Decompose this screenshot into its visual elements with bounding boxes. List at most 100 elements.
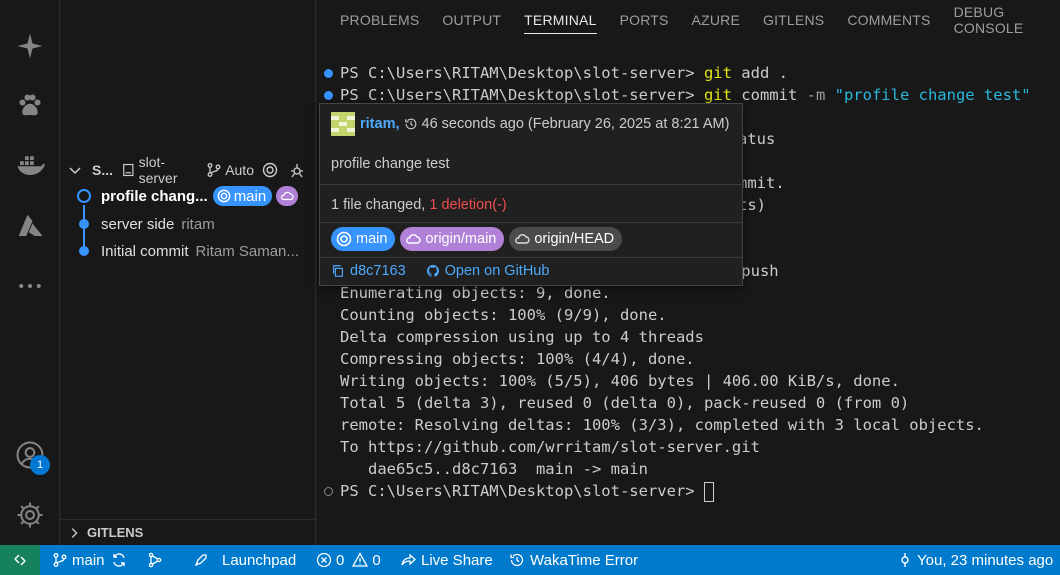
target-icon — [336, 231, 352, 247]
target-icon — [217, 189, 231, 203]
live-share-icon — [401, 553, 416, 566]
cloud-icon — [406, 234, 422, 244]
error-icon — [316, 552, 332, 568]
ref-tag-origin-main[interactable]: origin/main — [400, 227, 505, 251]
tab-output[interactable]: OUTPUT — [442, 0, 501, 40]
branch-pill-label: main — [233, 187, 267, 205]
terminal-line: dae65c5..d8c7163 main -> main — [340, 460, 648, 478]
commit-graph-header: S... slot-server Auto — [61, 154, 316, 186]
remote-icon — [14, 554, 26, 566]
commit-node — [79, 219, 89, 229]
graph-icon[interactable] — [147, 545, 163, 575]
settings-gear-icon[interactable] — [0, 493, 60, 537]
repo-name: slot-server — [138, 154, 178, 186]
github-icon — [426, 264, 439, 277]
branch-mode: Auto — [225, 162, 254, 178]
sync-icon[interactable] — [111, 545, 127, 575]
tab-gitlens[interactable]: GITLENS — [763, 0, 824, 40]
filter-commits-icon[interactable] — [289, 162, 308, 178]
status-bar: main Launchpad 0 0 Live Share WakaTime E… — [0, 545, 1060, 575]
azure-icon[interactable] — [0, 204, 60, 248]
terminal-cursor[interactable] — [703, 481, 714, 502]
blame-status[interactable]: You, 23 minutes ago — [897, 545, 1053, 575]
problems-status[interactable]: 0 0 — [316, 545, 381, 575]
ref-tag-origin-head[interactable]: origin/HEAD — [509, 227, 623, 251]
popup-header: ritam, 46 seconds ago (February 26, 2025… — [331, 112, 729, 136]
account-badge: 1 — [30, 455, 50, 475]
commit-icon — [901, 553, 909, 567]
paw-icon[interactable] — [0, 83, 60, 127]
popup-file-stats: 1 file changed, 1 deletion(-) — [331, 197, 507, 213]
commit-title: Initial commit — [101, 242, 189, 260]
target-icon[interactable] — [262, 162, 281, 178]
wakatime-status[interactable]: WakaTime Error — [509, 545, 638, 575]
terminal-line: Compressing objects: 100% (4/4), done. — [340, 350, 695, 368]
tab-problems[interactable]: PROBLEMS — [340, 0, 419, 40]
author-avatar — [331, 112, 355, 136]
docker-icon[interactable] — [0, 143, 60, 187]
commit-row[interactable]: server side ritam — [61, 211, 316, 237]
sparkle-icon[interactable] — [0, 24, 60, 68]
gitlens-section-label: GITLENS — [87, 525, 144, 540]
chevron-right-icon — [71, 527, 78, 538]
collapse-chevron-icon[interactable] — [67, 162, 86, 178]
popup-author[interactable]: ritam, — [360, 116, 400, 132]
remote-cloud-icon[interactable] — [276, 186, 299, 206]
more-icon[interactable] — [0, 264, 60, 308]
branch-icon — [53, 553, 67, 567]
rocket-icon — [194, 554, 207, 567]
commit-row[interactable]: profile chang... main — [61, 183, 316, 209]
section-title[interactable]: S... — [92, 162, 113, 178]
repo-selector[interactable]: slot-server — [121, 154, 198, 186]
history-icon — [404, 118, 416, 130]
popup-refs: main origin/main origin/HEAD — [331, 227, 627, 251]
commit-title: server side — [101, 215, 175, 233]
launchpad-status[interactable]: Launchpad — [184, 545, 296, 575]
commit-node — [79, 246, 89, 256]
popup-time: 46 seconds ago (February 26, 2025 at 8:2… — [404, 116, 729, 132]
terminal-line: Delta compression using up to 4 threads — [340, 328, 704, 346]
clock-icon — [510, 553, 524, 567]
commit-author: ritam — [181, 215, 215, 233]
ref-tag-main[interactable]: main — [331, 227, 396, 251]
tab-debug-console[interactable]: DEBUG CONSOLE — [954, 0, 1060, 40]
tab-ports[interactable]: PORTS — [620, 0, 669, 40]
popup-commit-message: profile change test — [331, 156, 450, 172]
warning-icon — [352, 552, 369, 567]
commit-title: profile chang... — [101, 187, 208, 205]
repo-icon — [123, 163, 134, 177]
commit-row[interactable]: Initial commit Ritam Saman... — [61, 238, 316, 264]
tab-terminal[interactable]: TERMINAL — [524, 0, 597, 40]
sidebar: S... slot-server Auto profile chang... m… — [61, 0, 316, 545]
terminal-line: Counting objects: 100% (9/9), done. — [340, 306, 667, 324]
commit-author: Ritam Saman... — [195, 242, 299, 260]
terminal-line: Writing objects: 100% (5/5), 406 bytes |… — [340, 372, 900, 390]
terminal-line: To https://github.com/wrritam/slot-serve… — [340, 438, 760, 456]
branch-status[interactable]: main — [52, 545, 105, 575]
popup-footer: d8c7163 Open on GitHub — [331, 263, 569, 279]
terminal-line: PS C:\Users\RITAM\Desktop\slot-server> g… — [317, 62, 1060, 84]
command-success-decoration[interactable] — [324, 69, 333, 78]
terminal-line: Total 5 (delta 3), reused 0 (delta 0), p… — [340, 394, 910, 412]
branch-pill-main[interactable]: main — [212, 186, 273, 206]
activity-bar: 1 — [0, 0, 60, 545]
panel-tabs: PROBLEMS OUTPUT TERMINAL PORTS AZURE GIT… — [317, 0, 1060, 40]
open-on-github-link[interactable]: Open on GitHub — [426, 263, 549, 279]
cloud-icon — [515, 234, 530, 244]
gitlens-section-header[interactable]: GITLENS — [61, 519, 316, 545]
command-success-decoration[interactable] — [324, 91, 333, 100]
live-share-status[interactable]: Live Share — [400, 545, 493, 575]
tab-azure[interactable]: AZURE — [692, 0, 740, 40]
account-icon[interactable] — [0, 433, 60, 477]
copy-sha-link[interactable]: d8c7163 — [331, 263, 406, 279]
tab-comments[interactable]: COMMENTS — [847, 0, 930, 40]
popup-divider — [320, 184, 742, 185]
popup-divider — [320, 222, 742, 223]
terminal-prompt-line: PS C:\Users\RITAM\Desktop\slot-server> — [317, 480, 1060, 502]
remote-indicator[interactable] — [0, 545, 40, 575]
command-pending-decoration[interactable] — [324, 487, 333, 496]
popup-divider — [320, 257, 742, 258]
commit-head-node — [77, 189, 91, 203]
branch-mode-selector[interactable]: Auto — [206, 162, 254, 178]
terminal-line: remote: Resolving deltas: 100% (3/3), co… — [340, 416, 984, 434]
